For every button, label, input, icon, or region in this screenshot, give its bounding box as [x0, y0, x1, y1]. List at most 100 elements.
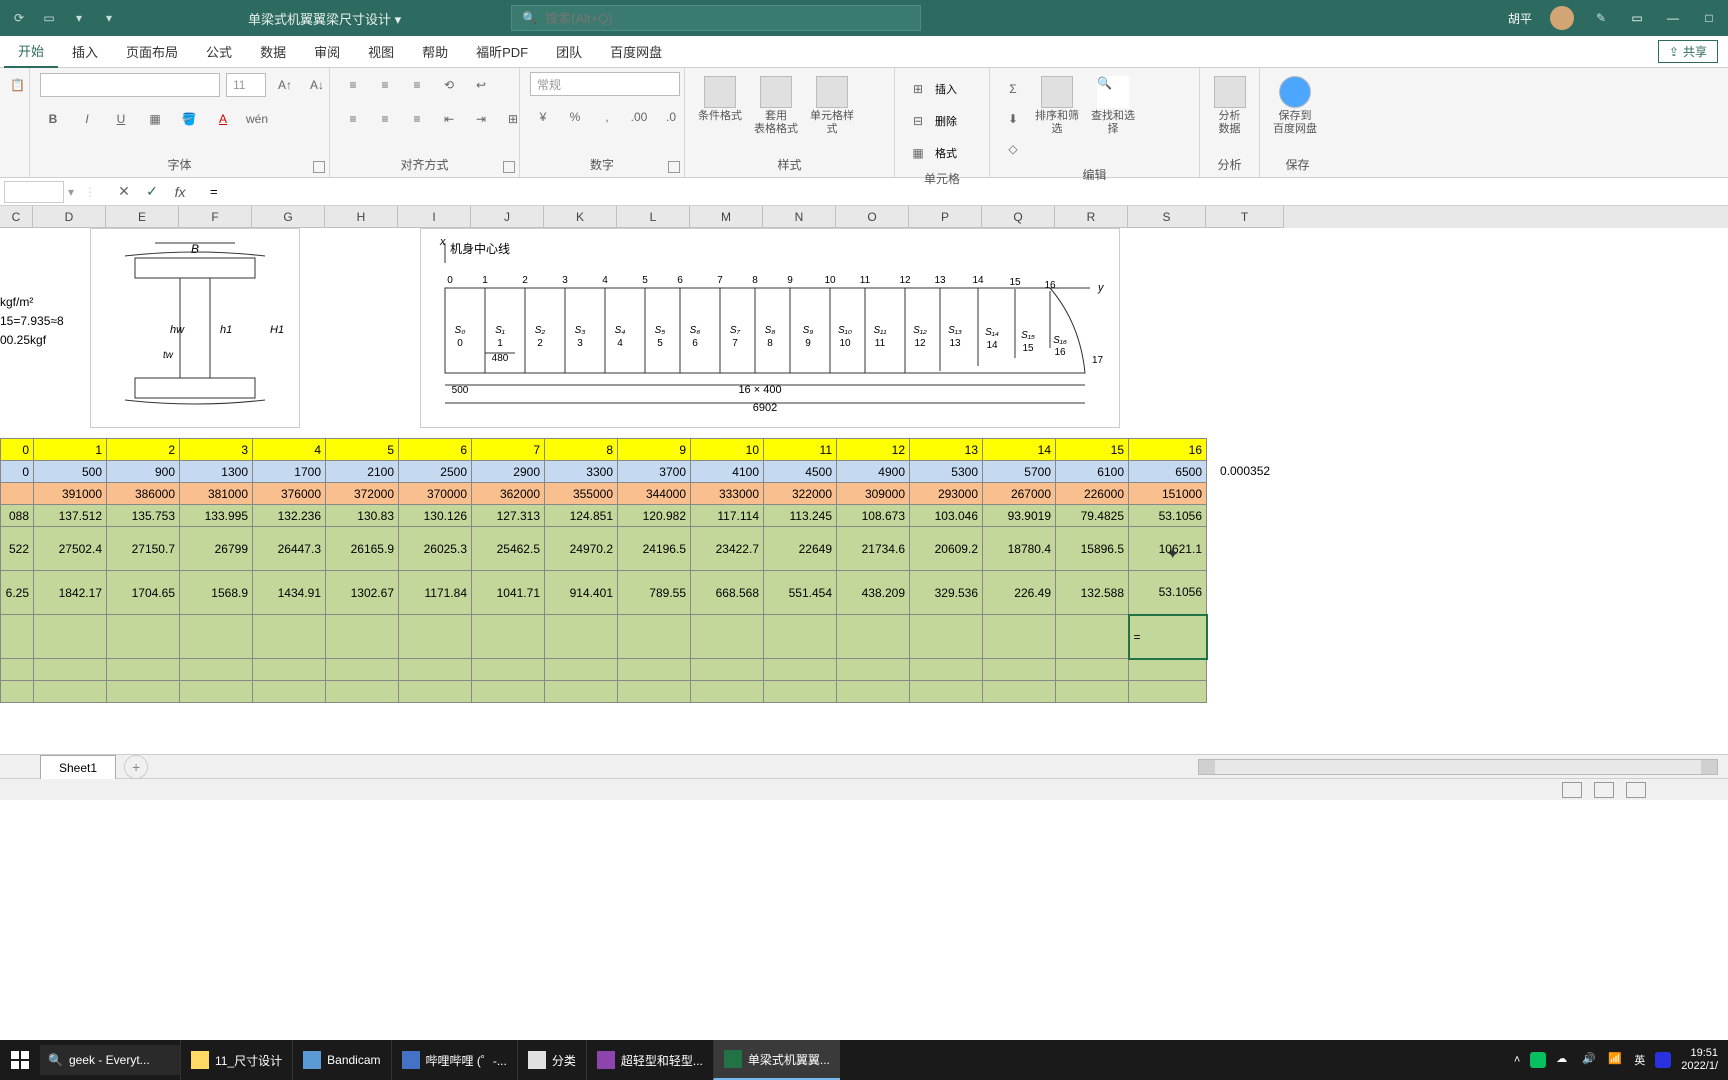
- cell[interactable]: 322000: [764, 483, 837, 505]
- cell[interactable]: 1041.71: [472, 571, 545, 615]
- cell-s-value[interactable]: 0.000352: [1220, 464, 1270, 478]
- cell[interactable]: [691, 659, 764, 681]
- cell[interactable]: 130.126: [399, 505, 472, 527]
- increase-indent-icon[interactable]: ⇥: [468, 106, 494, 132]
- tab-formula[interactable]: 公式: [192, 36, 246, 68]
- cell[interactable]: 3: [180, 439, 253, 461]
- volume-icon[interactable]: 🔊: [1582, 1052, 1598, 1068]
- cloud-sync-icon[interactable]: ☁: [1556, 1052, 1572, 1068]
- cell[interactable]: [837, 615, 910, 659]
- cell[interactable]: 1171.84: [399, 571, 472, 615]
- cell[interactable]: [34, 681, 107, 703]
- currency-icon[interactable]: ¥: [530, 104, 556, 130]
- cell[interactable]: 3700: [618, 461, 691, 483]
- cell[interactable]: 391000: [34, 483, 107, 505]
- cell[interactable]: 5: [326, 439, 399, 461]
- cell[interactable]: [545, 659, 618, 681]
- autosum-icon[interactable]: Σ: [1000, 76, 1026, 102]
- cell[interactable]: 93.9019: [983, 505, 1056, 527]
- cell[interactable]: 23422.7: [691, 527, 764, 571]
- start-button[interactable]: [0, 1040, 40, 1080]
- avatar[interactable]: [1550, 6, 1574, 30]
- underline-icon[interactable]: U: [108, 106, 134, 132]
- cell[interactable]: 26025.3: [399, 527, 472, 571]
- cell[interactable]: [107, 659, 180, 681]
- tab-baidu[interactable]: 百度网盘: [596, 36, 676, 68]
- decrease-indent-icon[interactable]: ⇤: [436, 106, 462, 132]
- cell[interactable]: 18780.4: [983, 527, 1056, 571]
- cell[interactable]: 132.236: [253, 505, 326, 527]
- cell[interactable]: 14: [983, 439, 1056, 461]
- tab-foxit[interactable]: 福昕PDF: [462, 36, 542, 68]
- sheet-tab[interactable]: Sheet1: [40, 755, 116, 779]
- cell[interactable]: 4900: [837, 461, 910, 483]
- cell[interactable]: =: [1129, 615, 1207, 659]
- cell[interactable]: [253, 681, 326, 703]
- cell[interactable]: 113.245: [764, 505, 837, 527]
- cell[interactable]: [983, 659, 1056, 681]
- cell[interactable]: 151000: [1129, 483, 1207, 505]
- cell[interactable]: [691, 615, 764, 659]
- cell[interactable]: 226000: [1056, 483, 1129, 505]
- autosave-icon[interactable]: ⟳: [10, 9, 28, 27]
- cell[interactable]: 088: [1, 505, 34, 527]
- cell[interactable]: 4100: [691, 461, 764, 483]
- taskbar-search[interactable]: 🔍 geek - Everyt...: [40, 1045, 180, 1075]
- cell[interactable]: 15: [1056, 439, 1129, 461]
- col-header-M[interactable]: M: [690, 206, 763, 228]
- cell[interactable]: [326, 681, 399, 703]
- cell[interactable]: [107, 615, 180, 659]
- ime-indicator[interactable]: 英: [1634, 1052, 1645, 1068]
- baidu-icon[interactable]: [1655, 1052, 1671, 1068]
- network-icon[interactable]: 📶: [1608, 1052, 1624, 1068]
- taskbar-item[interactable]: 分类: [517, 1040, 586, 1080]
- cell[interactable]: [180, 659, 253, 681]
- cell[interactable]: [618, 615, 691, 659]
- chevron-down-icon[interactable]: ▾: [70, 9, 88, 27]
- cell[interactable]: 12: [837, 439, 910, 461]
- cell[interactable]: 133.995: [180, 505, 253, 527]
- cell[interactable]: 26799: [180, 527, 253, 571]
- decrease-decimal-icon[interactable]: .0: [658, 104, 684, 130]
- col-header-F[interactable]: F: [179, 206, 252, 228]
- cell[interactable]: 1568.9: [180, 571, 253, 615]
- cell[interactable]: 21734.6: [837, 527, 910, 571]
- percent-icon[interactable]: %: [562, 104, 588, 130]
- save-icon[interactable]: ▭: [40, 9, 58, 27]
- cell[interactable]: 900: [107, 461, 180, 483]
- name-box[interactable]: [4, 181, 64, 203]
- cell[interactable]: 1842.17: [34, 571, 107, 615]
- cell[interactable]: 372000: [326, 483, 399, 505]
- cell[interactable]: 438.209: [837, 571, 910, 615]
- tab-data[interactable]: 数据: [246, 36, 300, 68]
- cell[interactable]: [1, 615, 34, 659]
- cell[interactable]: 370000: [399, 483, 472, 505]
- fx-button[interactable]: fx: [170, 182, 190, 202]
- tab-view[interactable]: 视图: [354, 36, 408, 68]
- taskbar-item[interactable]: 超轻型和轻型...: [586, 1040, 713, 1080]
- cell[interactable]: [1056, 615, 1129, 659]
- cell[interactable]: [34, 615, 107, 659]
- confirm-formula-button[interactable]: ✓: [142, 182, 162, 202]
- bold-icon[interactable]: B: [40, 106, 66, 132]
- scroll-right-icon[interactable]: [1701, 760, 1717, 774]
- col-header-H[interactable]: H: [325, 206, 398, 228]
- cancel-formula-button[interactable]: ✕: [114, 182, 134, 202]
- font-family-combo[interactable]: [40, 73, 220, 97]
- fill-icon[interactable]: ⬇: [1000, 106, 1026, 132]
- cell[interactable]: [618, 659, 691, 681]
- tab-insert[interactable]: 插入: [58, 36, 112, 68]
- number-dialog-launcher[interactable]: [668, 161, 680, 173]
- cell[interactable]: [1, 681, 34, 703]
- page-break-view-icon[interactable]: [1626, 782, 1646, 798]
- cell[interactable]: [472, 659, 545, 681]
- document-title[interactable]: 单梁式机翼翼梁尺寸设计 ▾: [248, 9, 401, 28]
- cell[interactable]: [1, 659, 34, 681]
- cell[interactable]: 500: [34, 461, 107, 483]
- cell[interactable]: 26447.3: [253, 527, 326, 571]
- cell[interactable]: [764, 615, 837, 659]
- cell[interactable]: [399, 615, 472, 659]
- scroll-left-icon[interactable]: [1199, 760, 1215, 774]
- search-box[interactable]: 🔍: [511, 5, 921, 31]
- align-left-icon[interactable]: ≡: [340, 106, 366, 132]
